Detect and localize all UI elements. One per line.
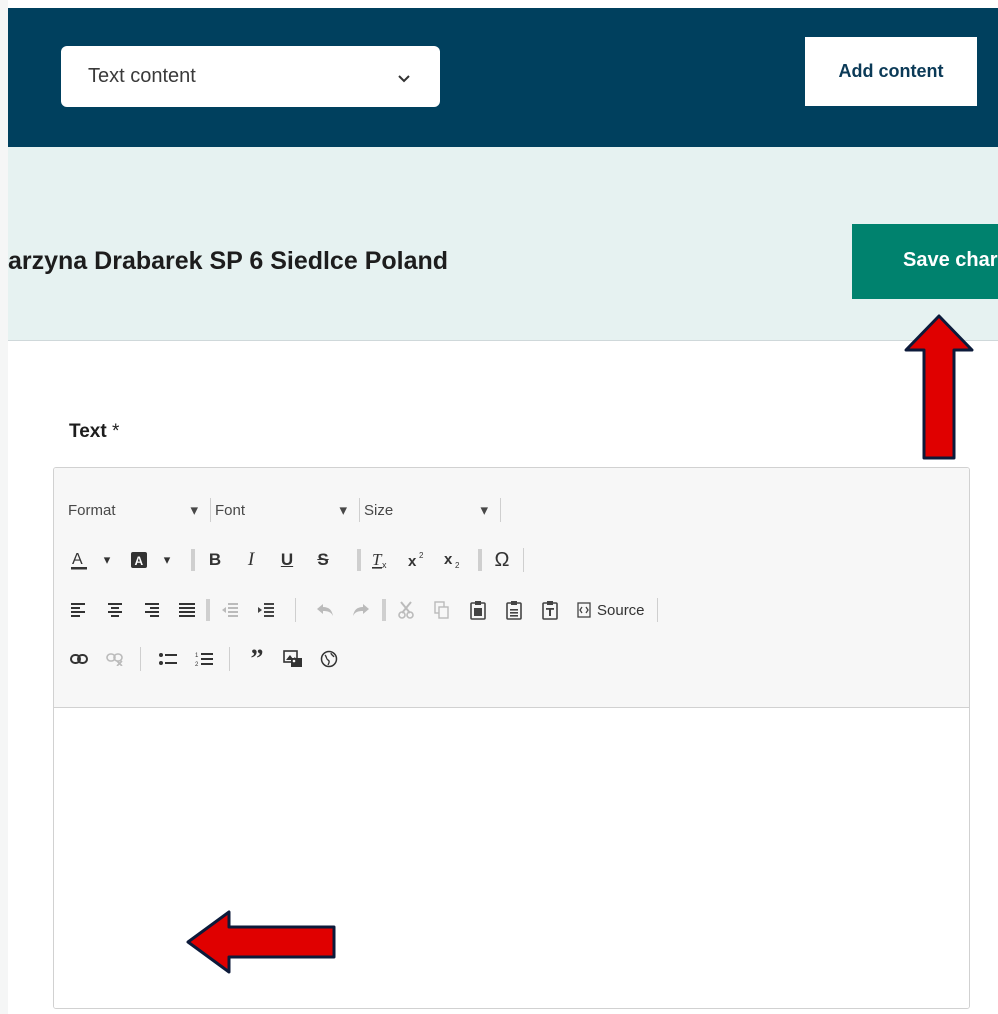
- text-color-icon[interactable]: A: [68, 546, 90, 574]
- paste-icon[interactable]: [467, 596, 489, 624]
- bold-icon[interactable]: B: [204, 546, 226, 574]
- link-icon[interactable]: [68, 645, 90, 673]
- background-color-icon[interactable]: A: [128, 546, 150, 574]
- paste-from-word-icon[interactable]: [539, 596, 561, 624]
- svg-text:2: 2: [455, 561, 460, 570]
- svg-text:x: x: [444, 551, 453, 568]
- background-color-arrow-icon[interactable]: ▾: [156, 546, 178, 574]
- required-marker: *: [111, 421, 120, 442]
- toolbar-row-styles: Format ▾ Font ▾ Size ▾: [68, 495, 505, 525]
- chevron-down-icon: [398, 75, 410, 83]
- paste-text-icon[interactable]: [503, 596, 525, 624]
- svg-text:1: 1: [195, 653, 199, 659]
- justify-icon[interactable]: [176, 596, 198, 624]
- text-field-label: Text *: [69, 421, 119, 443]
- annotation-arrow-left-icon: [186, 910, 336, 974]
- toolbar-separator: [191, 549, 195, 571]
- unlink-icon[interactable]: [104, 645, 126, 673]
- format-dropdown[interactable]: Format ▾: [68, 497, 206, 523]
- left-edge-strip: [0, 0, 8, 1014]
- special-character-icon[interactable]: Ω: [491, 546, 513, 574]
- image-icon[interactable]: [282, 645, 304, 673]
- toolbar-separator: [206, 599, 210, 621]
- remove-format-icon[interactable]: Tx: [370, 546, 392, 574]
- align-left-icon[interactable]: [68, 596, 90, 624]
- align-center-icon[interactable]: [104, 596, 126, 624]
- svg-text:x: x: [382, 560, 387, 570]
- title-band: arzyna Drabarek SP 6 Siedlce Poland: [8, 147, 998, 341]
- decrease-indent-icon[interactable]: [219, 596, 241, 624]
- svg-text:x: x: [408, 553, 417, 570]
- save-changes-label: Save char: [903, 249, 998, 271]
- size-dropdown-arrow-icon: ▾: [480, 502, 488, 519]
- superscript-icon[interactable]: x2: [406, 546, 428, 574]
- align-right-icon[interactable]: [140, 596, 162, 624]
- page-title: arzyna Drabarek SP 6 Siedlce Poland: [8, 247, 449, 275]
- text-field-label-text: Text: [69, 421, 107, 442]
- svg-text:2: 2: [419, 551, 424, 560]
- source-button[interactable]: Source: [577, 602, 645, 619]
- svg-text:2: 2: [195, 662, 199, 667]
- top-header: Text content Add content: [8, 8, 998, 147]
- subscript-icon[interactable]: x2: [442, 546, 464, 574]
- editor-toolbar: Format ▾ Font ▾ Size ▾ A ▾ A ▾ B I U S T…: [54, 468, 969, 708]
- annotation-arrow-up-icon: [904, 314, 974, 460]
- format-dropdown-arrow-icon: ▾: [190, 502, 198, 519]
- toolbar-separator: [210, 498, 211, 522]
- cut-icon[interactable]: [395, 596, 417, 624]
- numbered-list-icon[interactable]: 12: [193, 645, 215, 673]
- increase-indent-icon[interactable]: [255, 596, 277, 624]
- italic-icon[interactable]: I: [240, 546, 262, 574]
- toolbar-separator: [523, 548, 524, 572]
- source-label: Source: [597, 601, 645, 619]
- toolbar-row-basic: A ▾ A ▾ B I U S Tx x2 x 2 Ω: [68, 545, 528, 575]
- toolbar-row-paragraph: Source: [68, 595, 662, 625]
- toolbar-separator: [359, 498, 360, 522]
- svg-text:A: A: [72, 551, 83, 568]
- strikethrough-icon[interactable]: S: [312, 546, 334, 574]
- toolbar-separator: [382, 599, 386, 621]
- underline-icon[interactable]: U: [276, 546, 298, 574]
- toolbar-separator: [140, 647, 141, 671]
- bulleted-list-icon[interactable]: [157, 645, 179, 673]
- content-type-select-value: Text content: [88, 65, 196, 87]
- redo-icon[interactable]: [350, 596, 372, 624]
- toolbar-separator: [500, 498, 501, 522]
- content-type-select[interactable]: Text content: [61, 46, 440, 107]
- toolbar-separator: [295, 598, 296, 622]
- save-changes-button[interactable]: Save char: [852, 224, 998, 299]
- toolbar-separator: [478, 549, 482, 571]
- text-color-arrow-icon[interactable]: ▾: [96, 546, 118, 574]
- add-content-label: Add content: [838, 61, 944, 81]
- blockquote-icon[interactable]: ”: [246, 644, 268, 673]
- font-dropdown-arrow-icon: ▾: [339, 502, 347, 519]
- source-icon: [577, 602, 591, 618]
- page: Text content Add content arzyna Drabarek…: [0, 0, 998, 1014]
- undo-icon[interactable]: [314, 596, 336, 624]
- svg-text:A: A: [135, 554, 144, 568]
- toolbar-separator: [656, 598, 658, 622]
- toolbar-separator: [229, 647, 230, 671]
- add-content-button[interactable]: Add content: [805, 37, 977, 106]
- toolbar-row-insert: 12 ”: [68, 644, 354, 674]
- format-dropdown-label: Format: [68, 501, 116, 519]
- toolbar-separator: [357, 549, 361, 571]
- size-dropdown-label: Size: [364, 501, 394, 519]
- iframe-globe-icon[interactable]: [318, 645, 340, 673]
- font-dropdown[interactable]: Font ▾: [215, 497, 355, 523]
- copy-icon[interactable]: [431, 596, 453, 624]
- font-dropdown-label: Font: [215, 501, 246, 519]
- size-dropdown[interactable]: Size ▾: [364, 497, 496, 523]
